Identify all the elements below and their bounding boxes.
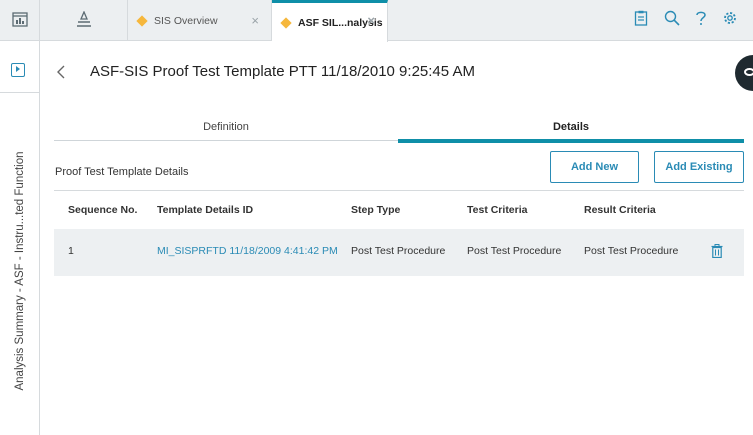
cell-step-type: Post Test Procedure bbox=[351, 245, 446, 257]
cell-sequence: 1 bbox=[68, 245, 74, 257]
active-tab-indicator bbox=[398, 139, 744, 143]
tab-details[interactable]: Details bbox=[398, 111, 744, 142]
column-header-sequence[interactable]: Sequence No. bbox=[68, 204, 137, 216]
left-rail: Analysis Summary - ASF - Instru...ted Fu… bbox=[0, 41, 40, 435]
page-title: ASF-SIS Proof Test Template PTT 11/18/20… bbox=[90, 63, 475, 80]
tab-definition[interactable]: Definition bbox=[54, 111, 398, 142]
cell-result-criteria: Post Test Procedure bbox=[584, 245, 679, 257]
eye-icon[interactable] bbox=[735, 55, 753, 91]
expand-panel-icon[interactable] bbox=[11, 63, 25, 77]
search-button[interactable] bbox=[661, 9, 683, 31]
column-header-result-criteria[interactable]: Result Criteria bbox=[584, 204, 656, 216]
hierarchy-button[interactable] bbox=[40, 0, 128, 41]
hierarchy-icon bbox=[76, 9, 92, 31]
table-header: Sequence No. Template Details ID Step Ty… bbox=[54, 191, 744, 229]
add-new-button[interactable]: Add New bbox=[550, 151, 639, 183]
table-row[interactable]: 1 MI_SISPRFTD 11/18/2009 4:41:42 PM Post… bbox=[54, 229, 744, 276]
cell-test-criteria: Post Test Procedure bbox=[467, 245, 562, 257]
settings-button[interactable] bbox=[719, 9, 741, 31]
close-icon[interactable]: × bbox=[367, 13, 375, 28]
dashboard-button[interactable] bbox=[0, 0, 40, 41]
rail-divider bbox=[0, 92, 40, 93]
rail-vertical-label[interactable]: Analysis Summary - ASF - Instru...ted Fu… bbox=[14, 151, 26, 390]
column-header-template-id[interactable]: Template Details ID bbox=[157, 204, 253, 216]
back-chevron-icon[interactable] bbox=[57, 63, 65, 84]
settings-icon bbox=[722, 10, 738, 31]
tab-sis-overview[interactable]: SIS Overview × bbox=[128, 0, 272, 41]
detail-tabs: Definition Details bbox=[54, 111, 744, 142]
clipboard-icon bbox=[634, 10, 648, 31]
trash-icon[interactable] bbox=[711, 244, 723, 259]
tab-asf-sil-analysis[interactable]: ASF SIL...nalysis × bbox=[272, 0, 388, 42]
top-tab-bar: SIS Overview × ASF SIL...nalysis × bbox=[0, 0, 753, 42]
add-existing-button[interactable]: Add Existing bbox=[654, 151, 744, 183]
help-icon bbox=[695, 10, 707, 31]
close-icon[interactable]: × bbox=[251, 13, 259, 28]
clipboard-button[interactable] bbox=[630, 9, 652, 31]
column-header-step-type[interactable]: Step Type bbox=[351, 204, 400, 216]
column-header-test-criteria[interactable]: Test Criteria bbox=[467, 204, 528, 216]
diamond-icon bbox=[280, 16, 292, 29]
diamond-icon bbox=[136, 14, 148, 27]
section-title: Proof Test Template Details bbox=[55, 166, 189, 178]
help-button[interactable] bbox=[690, 9, 712, 31]
tab-label: SIS Overview bbox=[154, 14, 218, 27]
search-icon bbox=[664, 10, 680, 31]
dashboard-icon bbox=[11, 11, 28, 30]
cell-template-id-link[interactable]: MI_SISPRFTD 11/18/2009 4:41:42 PM bbox=[157, 245, 338, 257]
